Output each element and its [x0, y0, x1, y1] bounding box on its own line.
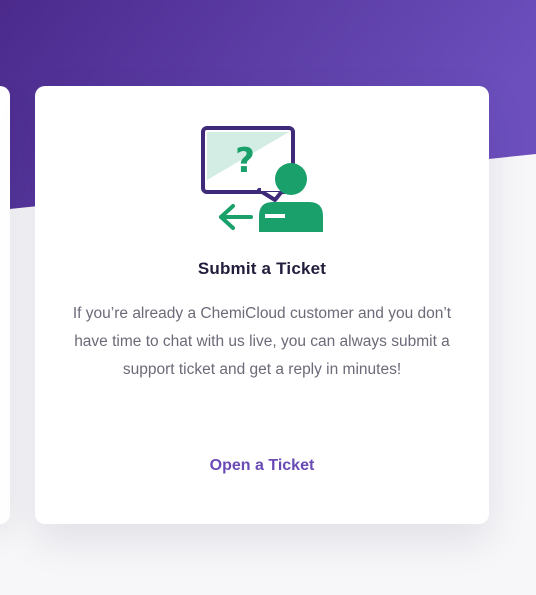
- card-description: If you’re already a ChemiCloud customer …: [72, 305, 452, 378]
- svg-text:?: ?: [235, 141, 255, 181]
- adjacent-card: [0, 86, 10, 524]
- card-title: Submit a Ticket: [197, 259, 327, 278]
- submit-ticket-icon: ?: [201, 126, 323, 232]
- submit-ticket-card: ? Submit a Ticket If you’re already a Ch…: [35, 86, 489, 524]
- open-ticket-link[interactable]: Open a Ticket: [35, 457, 489, 475]
